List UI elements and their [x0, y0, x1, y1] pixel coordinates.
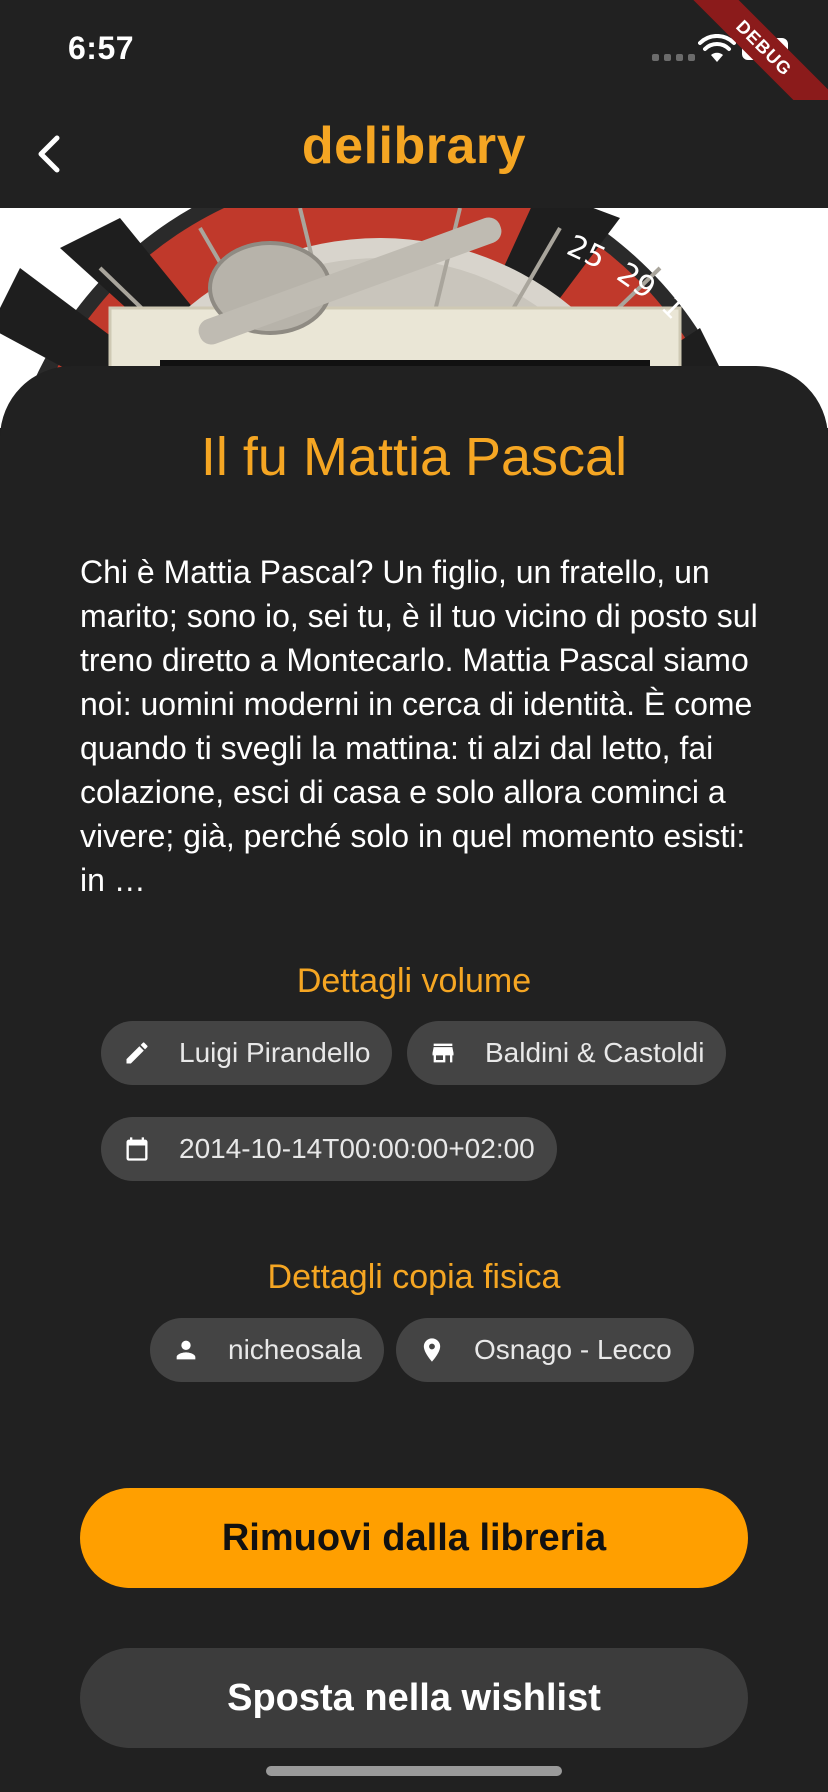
owner-chip: nicheosala [150, 1318, 384, 1382]
book-detail-sheet: Il fu Mattia Pascal Chi è Mattia Pascal?… [0, 366, 828, 1792]
store-icon [427, 1037, 459, 1069]
date-chip: 2014-10-14T00:00:00+02:00 [101, 1117, 557, 1181]
app-bar: delibrary [0, 100, 828, 208]
location-chip: Osnago - Lecco [396, 1318, 694, 1382]
cellular-signal-icon [652, 54, 695, 61]
location-pin-icon [416, 1334, 448, 1366]
status-time: 6:57 [68, 30, 135, 66]
app-title: delibrary [301, 117, 527, 175]
remove-from-library-button[interactable]: Rimuovi dalla libreria [80, 1488, 748, 1588]
date-label: 2014-10-14T00:00:00+02:00 [179, 1133, 535, 1164]
volume-details-heading: Dettagli volume [296, 962, 532, 1000]
publisher-chip: Baldini & Castoldi [407, 1021, 727, 1085]
wifi-icon [698, 34, 736, 62]
status-bar: 6:57 [0, 0, 828, 100]
author-chip: Luigi Pirandello [101, 1021, 393, 1085]
publisher-label: Baldini & Castoldi [485, 1037, 705, 1068]
calendar-icon [121, 1133, 153, 1165]
location-label: Osnago - Lecco [474, 1334, 672, 1365]
move-to-wishlist-button[interactable]: Sposta nella wishlist [80, 1648, 748, 1748]
physical-copy-heading: Dettagli copia fisica [267, 1258, 561, 1296]
book-description: Chi è Mattia Pascal? Un figlio, un frate… [80, 554, 758, 898]
pencil-icon [121, 1037, 153, 1069]
person-icon [170, 1334, 202, 1366]
home-indicator [266, 1766, 562, 1776]
book-title: Il fu Mattia Pascal [200, 427, 628, 487]
owner-label: nicheosala [228, 1334, 362, 1365]
author-label: Luigi Pirandello [179, 1037, 371, 1068]
